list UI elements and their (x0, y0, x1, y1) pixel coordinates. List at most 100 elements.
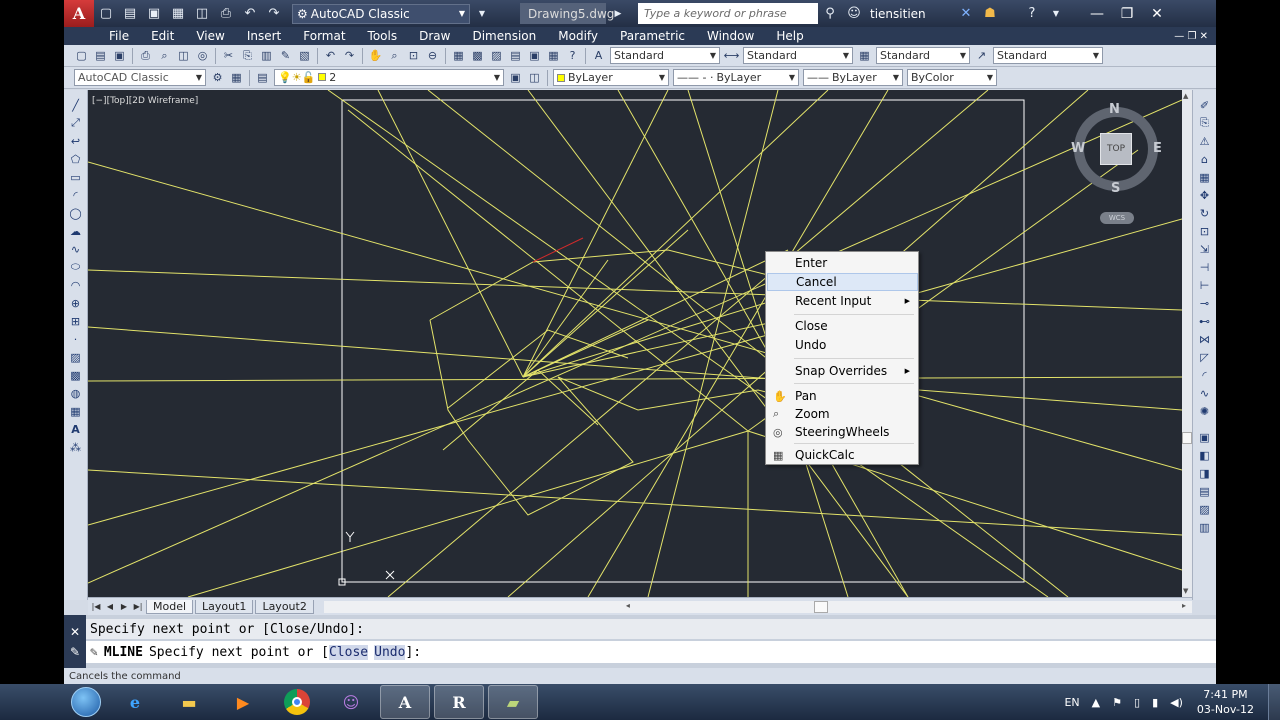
menu-view[interactable]: View (185, 29, 235, 43)
mleader-style-dropdown[interactable]: Standard ▼ (993, 47, 1103, 64)
option-undo[interactable]: Undo (374, 644, 406, 660)
menu-item-snap-overrides[interactable]: Snap Overrides ▶ (767, 362, 918, 380)
qat-dropdown-icon[interactable]: ▼ (472, 4, 492, 24)
trim-icon[interactable]: ⊣ (1197, 259, 1213, 275)
zoom-previous-icon[interactable]: ⊖ (424, 47, 441, 64)
publish-icon[interactable]: ◫ (175, 47, 192, 64)
redo-icon[interactable]: ↷ (264, 4, 284, 24)
compass-north[interactable]: N (1109, 102, 1120, 117)
move-icon[interactable]: ✥ (1197, 187, 1213, 203)
compass-west[interactable]: W (1071, 141, 1085, 156)
mirror-icon[interactable]: ⚠ (1197, 133, 1213, 149)
menu-tools[interactable]: Tools (357, 29, 409, 43)
menu-modify[interactable]: Modify (547, 29, 609, 43)
hatch-back-icon[interactable]: ▨ (1197, 501, 1213, 517)
markup-icon[interactable]: ▣ (526, 47, 543, 64)
save-icon[interactable]: ▣ (144, 4, 164, 24)
color-dropdown[interactable]: ByLayer ▼ (553, 69, 669, 86)
offset-icon[interactable]: ⌂ (1197, 151, 1213, 167)
horizontal-scrollbar[interactable]: ◂ ▸ (323, 600, 1192, 613)
customize-icon[interactable]: ✎ (70, 645, 80, 659)
scroll-up-icon[interactable]: ▲ (1183, 92, 1188, 100)
customize-icon[interactable]: ▦ (228, 69, 245, 86)
menu-item-zoom[interactable]: ⌕ Zoom (767, 405, 918, 423)
exchange-icon[interactable]: ✕ (956, 4, 976, 24)
viewcube[interactable]: N W E S TOP WCS (1069, 100, 1169, 230)
zoom-realtime-icon[interactable]: ⌕ (386, 47, 403, 64)
option-close[interactable]: Close (328, 644, 369, 660)
mtext-icon[interactable]: A (68, 421, 84, 437)
rectangle-icon[interactable]: ▭ (68, 169, 84, 185)
taskbar-media-player[interactable]: ▶ (218, 685, 268, 719)
taskbar-explorer[interactable]: ▬ (164, 685, 214, 719)
text-style-dropdown[interactable]: Standard ▼ (610, 47, 720, 64)
make-current-icon[interactable]: ▣ (507, 69, 524, 86)
blend-icon[interactable]: ∿ (1197, 385, 1213, 401)
erase-icon[interactable]: ✐ (1197, 97, 1213, 113)
hatch-icon[interactable]: ▨ (68, 349, 84, 365)
annotation-front-icon[interactable]: ▥ (1197, 519, 1213, 535)
add-selected-icon[interactable]: ⁂ (68, 439, 84, 455)
gradient-icon[interactable]: ▩ (68, 367, 84, 383)
workspace-settings-icon[interactable]: ⚙ (209, 69, 226, 86)
scroll-left-icon[interactable]: ◂ (626, 601, 630, 610)
help-dropdown-icon[interactable]: ▼ (1046, 4, 1066, 24)
network-icon[interactable]: ▮ (1152, 696, 1158, 709)
last-layout-icon[interactable]: ▶| (132, 601, 144, 613)
array-icon[interactable]: ▦ (1197, 169, 1213, 185)
menu-item-cancel[interactable]: Cancel (767, 273, 918, 291)
tray-expand-icon[interactable]: ▲ (1092, 696, 1100, 709)
menu-format[interactable]: Format (292, 29, 356, 43)
drawing-canvas[interactable]: [−][Top][2D Wireframe] (88, 90, 1182, 597)
taskbar-autocad[interactable]: A (380, 685, 430, 719)
device-icon[interactable]: ▯ (1134, 696, 1140, 709)
revcloud-icon[interactable]: ☁ (68, 223, 84, 239)
command-line-handle[interactable]: ✕ ✎ (64, 615, 86, 668)
draw-order-icon[interactable]: ▣ (1197, 429, 1213, 445)
plot-icon[interactable]: ⎙ (137, 47, 154, 64)
save-as-icon[interactable]: ▦ (168, 4, 188, 24)
fillet-icon[interactable]: ◜ (1197, 367, 1213, 383)
extend-icon[interactable]: ⊢ (1197, 277, 1213, 293)
menu-item-quickcalc[interactable]: ▦ QuickCalc (767, 446, 918, 464)
tab-layout1[interactable]: Layout1 (195, 599, 254, 614)
menu-insert[interactable]: Insert (236, 29, 292, 43)
menu-dimension[interactable]: Dimension (461, 29, 547, 43)
new-icon[interactable]: ▢ (96, 4, 116, 24)
send-back-icon[interactable]: ◨ (1197, 465, 1213, 481)
block-editor-icon[interactable]: ▧ (296, 47, 313, 64)
application-menu-button[interactable]: A (64, 0, 94, 27)
circle-icon[interactable]: ◯ (68, 205, 84, 221)
first-layout-icon[interactable]: |◀ (90, 601, 102, 613)
plot-icon[interactable]: ⎙ (216, 4, 236, 24)
menu-item-recent-input[interactable]: Recent Input ▶ (767, 292, 918, 310)
taskbar-revit[interactable]: R (434, 685, 484, 719)
prev-layout-icon[interactable]: ◀ (104, 601, 116, 613)
insert-block-icon[interactable]: ⊕ (68, 295, 84, 311)
undo-icon[interactable]: ↶ (240, 4, 260, 24)
pan-icon[interactable]: ✋ (367, 47, 384, 64)
menu-item-enter[interactable]: Enter (767, 254, 918, 272)
scroll-right-icon[interactable]: ▸ (1182, 601, 1186, 610)
taskbar-camtasia[interactable]: ▰ (488, 685, 538, 719)
vertical-scroll-thumb[interactable] (1182, 432, 1192, 444)
menu-parametric[interactable]: Parametric (609, 29, 696, 43)
menu-item-undo[interactable]: Undo (767, 336, 918, 354)
workspace-combo[interactable]: AutoCAD Classic ▼ (74, 69, 206, 86)
text-style-icon[interactable]: A (590, 47, 607, 64)
communication-icon[interactable]: ☗ (980, 4, 1000, 24)
help-icon[interactable]: ? (564, 47, 581, 64)
zoom-window-icon[interactable]: ⊡ (405, 47, 422, 64)
taskbar-ie[interactable]: e (110, 685, 160, 719)
menu-item-pan[interactable]: ✋ Pan (767, 387, 918, 405)
properties-icon[interactable]: ▦ (450, 47, 467, 64)
sheet-set-icon[interactable]: ▤ (507, 47, 524, 64)
explode-icon[interactable]: ✺ (1197, 403, 1213, 419)
construction-line-icon[interactable]: ⤢ (68, 115, 84, 131)
viewport-controls-label[interactable]: [−][Top][2D Wireframe] (92, 96, 198, 106)
compass-east[interactable]: E (1153, 141, 1162, 156)
vertical-scrollbar[interactable]: ▲ ▼ (1182, 90, 1192, 597)
bring-front-icon[interactable]: ◧ (1197, 447, 1213, 463)
menu-window[interactable]: Window (696, 29, 765, 43)
flag-icon[interactable]: ⚑ (1112, 696, 1122, 709)
